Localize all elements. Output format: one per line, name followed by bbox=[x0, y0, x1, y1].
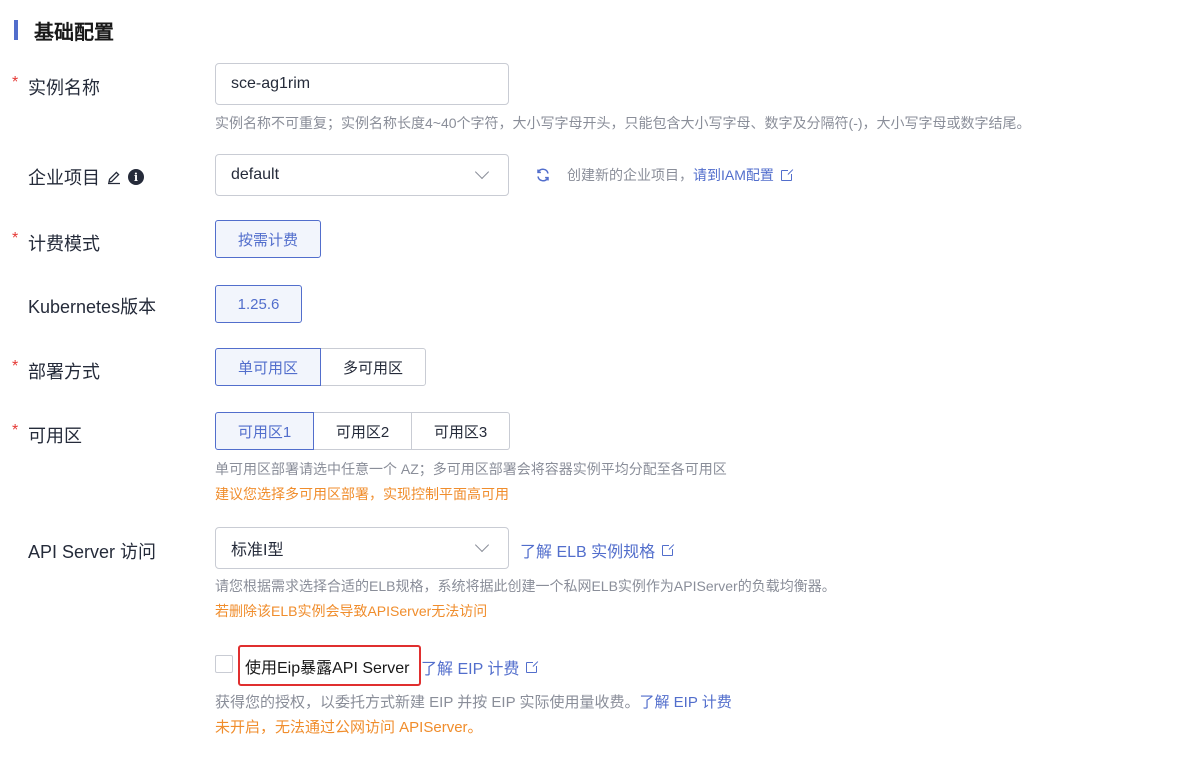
api-server-warning: 若删除该ELB实例会导致APIServer无法访问 bbox=[215, 603, 488, 619]
enterprise-project-select[interactable]: default bbox=[215, 154, 509, 196]
elb-spec-select[interactable]: 标准I型 bbox=[215, 527, 509, 569]
external-link-icon bbox=[526, 659, 540, 673]
instance-name-value: sce-ag1rim bbox=[231, 75, 311, 92]
eip-billing-link[interactable]: 了解 EIP 计费 bbox=[421, 655, 540, 679]
edit-icon[interactable] bbox=[106, 169, 122, 185]
eip-hint-link[interactable]: 了解 EIP 计费 bbox=[640, 691, 732, 712]
instance-name-input[interactable]: sce-ag1rim bbox=[215, 63, 509, 105]
az-options: 可用区1 可用区2 可用区3 bbox=[215, 412, 510, 450]
az-option-3[interactable]: 可用区3 bbox=[411, 412, 510, 450]
required-marker: * bbox=[12, 74, 19, 91]
instance-name-label: 实例名称 bbox=[28, 78, 100, 98]
instance-name-hint: 实例名称不可重复；实例名称长度4~40个字符，大小写字母开头，只能包含大小写字母… bbox=[215, 115, 1031, 131]
az-hint: 单可用区部署请选中任意一个 AZ；多可用区部署会将容器实例平均分配至各可用区 bbox=[215, 461, 727, 477]
enterprise-project-extra: 创建新的企业项目， 请到IAM配置 bbox=[535, 165, 794, 185]
eip-warning: 未开启，无法通过公网访问 APIServer。 bbox=[215, 719, 483, 736]
az-option-2[interactable]: 可用区2 bbox=[313, 412, 412, 450]
required-marker: * bbox=[12, 230, 19, 247]
az-warning: 建议您选择多可用区部署，实现控制平面高可用 bbox=[215, 486, 509, 502]
refresh-icon[interactable] bbox=[535, 167, 551, 183]
deploy-label: 部署方式 bbox=[28, 362, 100, 382]
info-icon[interactable]: i bbox=[128, 169, 144, 185]
enterprise-project-value: default bbox=[231, 166, 280, 183]
az-label: 可用区 bbox=[28, 426, 82, 446]
api-server-hint: 请您根据需求选择合适的ELB规格，系统将据此创建一个私网ELB实例作为APISe… bbox=[215, 578, 836, 594]
deploy-option-single-az[interactable]: 单可用区 bbox=[215, 348, 321, 386]
eip-hint-row: 获得您的授权，以委托方式新建 EIP 并按 EIP 实际使用量收费。 了解 EI… bbox=[215, 691, 732, 712]
enterprise-project-label-text: 企业项目 bbox=[28, 168, 100, 188]
chevron-down-icon bbox=[474, 164, 490, 180]
iam-config-link[interactable]: 请到IAM配置 bbox=[693, 165, 794, 185]
kubernetes-version-label: Kubernetes版本 bbox=[28, 297, 157, 317]
api-server-label: API Server 访问 bbox=[28, 542, 157, 562]
elb-spec-link[interactable]: 了解 ELB 实例规格 bbox=[520, 538, 676, 562]
external-link-icon bbox=[662, 542, 676, 556]
deploy-options: 单可用区 多可用区 bbox=[215, 348, 426, 386]
required-marker: * bbox=[12, 422, 19, 439]
create-project-text: 创建新的企业项目， bbox=[567, 167, 693, 183]
required-marker: * bbox=[12, 358, 19, 375]
external-link-icon bbox=[780, 167, 794, 181]
eip-hint: 获得您的授权，以委托方式新建 EIP 并按 EIP 实际使用量收费。 bbox=[215, 694, 640, 711]
eip-checkbox-label[interactable]: 使用Eip暴露API Server bbox=[245, 654, 410, 678]
deploy-option-multi-az[interactable]: 多可用区 bbox=[320, 348, 426, 386]
section-accent-bar bbox=[14, 20, 18, 40]
section-title: 基础配置 bbox=[34, 21, 114, 44]
kubernetes-version-option[interactable]: 1.25.6 bbox=[215, 285, 302, 323]
eip-checkbox[interactable] bbox=[215, 655, 233, 673]
billing-label: 计费模式 bbox=[28, 234, 100, 254]
kubernetes-version-options: 1.25.6 bbox=[215, 285, 302, 323]
billing-option-on-demand[interactable]: 按需计费 bbox=[215, 220, 321, 258]
billing-options: 按需计费 bbox=[215, 220, 321, 258]
iam-config-link-text[interactable]: 请到IAM配置 bbox=[693, 165, 774, 185]
elb-spec-value: 标准I型 bbox=[231, 542, 284, 559]
eip-billing-link-text[interactable]: 了解 EIP 计费 bbox=[421, 655, 519, 679]
section-header: 基础配置 bbox=[14, 18, 114, 44]
elb-spec-link-text[interactable]: 了解 ELB 实例规格 bbox=[520, 538, 655, 562]
az-option-1[interactable]: 可用区1 bbox=[215, 412, 314, 450]
chevron-down-icon bbox=[474, 537, 490, 553]
enterprise-project-label: 企业项目 i bbox=[28, 164, 144, 190]
